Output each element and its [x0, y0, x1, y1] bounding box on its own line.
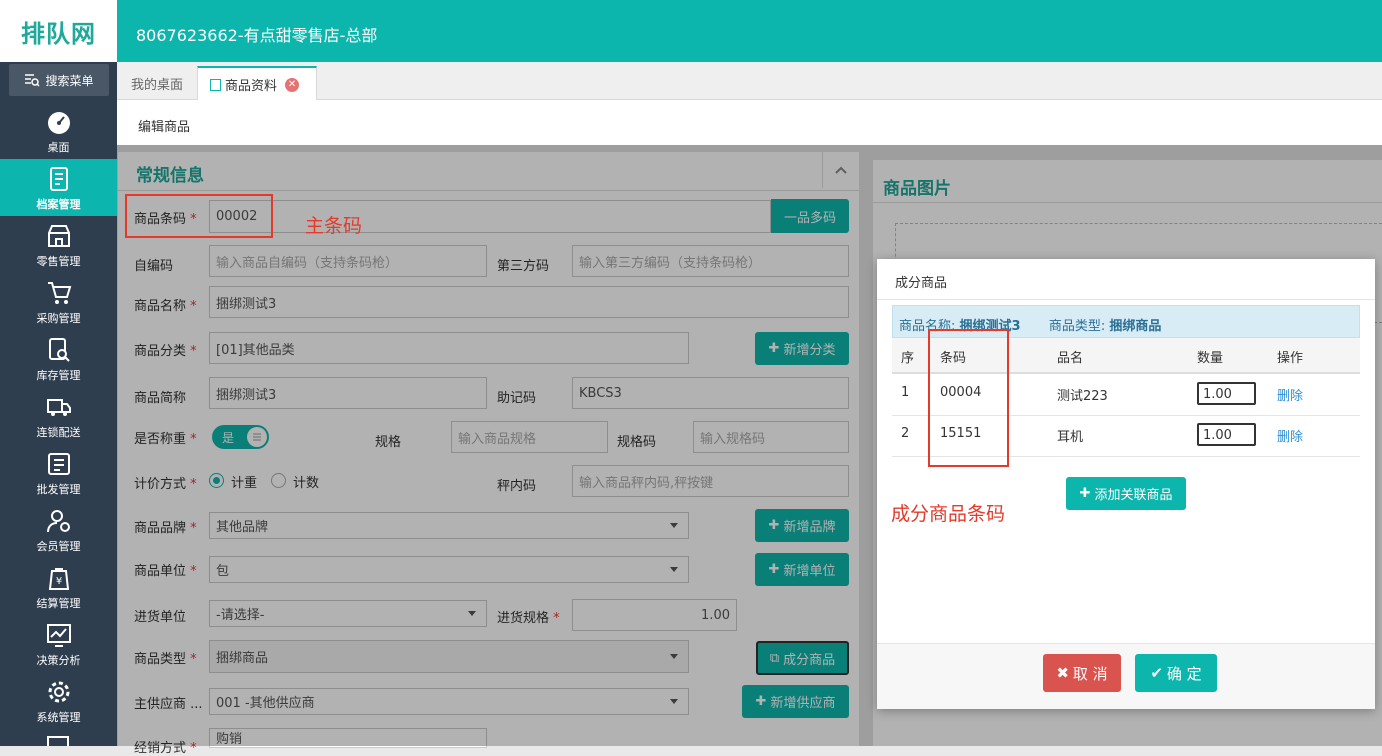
member-icon — [46, 510, 70, 533]
component-barcode-annotation: 成分商品条码 — [891, 503, 1006, 525]
tab-my-desktop[interactable]: 我的桌面 — [119, 66, 195, 101]
col-name: 品名 — [1057, 351, 1084, 366]
nav-item-purchase[interactable]: 采购管理 — [0, 273, 117, 330]
divider — [877, 299, 1375, 300]
chart-icon — [46, 624, 71, 647]
col-action: 操作 — [1277, 351, 1304, 366]
row-2-qty-input[interactable]: 1.00 — [1197, 423, 1256, 446]
tab-bar: 我的桌面 商品资料 ✕ — [117, 62, 1382, 101]
store-title: 8067623662-有点甜零售店-总部 — [136, 26, 378, 45]
col-seq: 序 — [901, 351, 915, 366]
main-barcode-highlight — [125, 194, 273, 238]
tab-label: 商品资料 — [225, 79, 278, 94]
add-related-product-button[interactable]: ✚ 添加关联商品 — [1066, 477, 1186, 510]
nav-label: 系统管理 — [36, 711, 81, 724]
nav-item-wholesale[interactable]: 批发管理 — [0, 444, 117, 501]
nav-label: 采购管理 — [36, 312, 81, 325]
nav-label: 结算管理 — [36, 597, 81, 610]
plus-icon: ✚ — [1079, 486, 1091, 501]
row-2-seq: 2 — [901, 426, 910, 441]
row-2-delete-link[interactable]: 删除 — [1277, 426, 1303, 445]
info-type-value: 捆绑商品 — [1109, 319, 1162, 334]
more-nav-icon — [45, 734, 71, 746]
tab-label: 我的桌面 — [131, 78, 184, 93]
file-icon — [49, 167, 68, 191]
col-qty: 数量 — [1197, 351, 1224, 366]
nav-item-archive[interactable]: 档案管理 — [0, 159, 117, 216]
nav-label: 连锁配送 — [36, 426, 81, 439]
document-icon — [210, 78, 221, 91]
row-1-qty-input[interactable]: 1.00 — [1197, 382, 1256, 405]
row-1-name: 测试223 — [1057, 389, 1108, 404]
nav-label: 决策分析 — [36, 654, 81, 667]
top-bar: 8067623662-有点甜零售店-总部 — [117, 0, 1382, 62]
nav-item-retail[interactable]: 零售管理 — [0, 216, 117, 273]
confirm-button[interactable]: ✔ 确 定 — [1135, 654, 1217, 692]
dashboard-icon — [47, 112, 70, 134]
component-product-dialog: 成分商品 商品名称: 捆绑测试3 商品类型: 捆绑商品 序 条码 品名 数量 操… — [877, 259, 1375, 709]
nav-label: 库存管理 — [36, 369, 81, 382]
sidebar: 排队网 搜索菜单 桌面 档案管理 零售管理 采购管理 库存管理 连锁配送 批发管… — [0, 0, 117, 746]
dialog-title: 成分商品 — [895, 276, 948, 291]
nav-item-member[interactable]: 会员管理 — [0, 501, 117, 558]
nav-label: 档案管理 — [36, 198, 81, 211]
logo: 排队网 — [0, 0, 117, 62]
nav-label: 零售管理 — [36, 255, 81, 268]
truck-icon — [46, 399, 71, 416]
nav-item-system[interactable]: 系统管理 — [0, 672, 117, 729]
cart-icon — [47, 282, 71, 304]
nav-label: 批发管理 — [36, 483, 81, 496]
search-menu-button[interactable]: 搜索菜单 — [9, 64, 109, 96]
nav-item-desktop[interactable]: 桌面 — [0, 102, 117, 159]
dialog-footer — [877, 643, 1375, 709]
component-barcode-highlight — [928, 329, 1009, 467]
nav-item-analysis[interactable]: 决策分析 — [0, 615, 117, 672]
wholesale-icon — [47, 453, 70, 475]
tab-product-info[interactable]: 商品资料 ✕ — [197, 66, 317, 101]
svg-text:¥: ¥ — [55, 576, 61, 587]
check-icon: ✔ — [1150, 664, 1163, 682]
search-menu-label: 搜索菜单 — [45, 73, 94, 88]
close-icon: ✖ — [1056, 664, 1069, 682]
settlement-icon: ¥ — [48, 568, 69, 590]
row-2-name: 耳机 — [1057, 430, 1084, 445]
main-barcode-annotation: 主条码 — [305, 215, 363, 237]
info-type-label: 商品类型: — [1048, 319, 1106, 334]
search-menu-icon — [25, 74, 41, 87]
inventory-icon — [48, 338, 70, 362]
nav-label: 会员管理 — [36, 540, 81, 553]
sub-header: 编辑商品 — [117, 100, 1382, 145]
nav-item-chain-delivery[interactable]: 连锁配送 — [0, 387, 117, 444]
nav-item-inventory[interactable]: 库存管理 — [0, 330, 117, 387]
store-icon — [47, 225, 70, 247]
page-title: 编辑商品 — [138, 120, 191, 135]
gear-icon — [48, 681, 69, 703]
nav-label: 桌面 — [47, 141, 70, 154]
row-1-delete-link[interactable]: 删除 — [1277, 385, 1303, 404]
nav-item-settlement[interactable]: ¥ 结算管理 — [0, 558, 117, 615]
cancel-button[interactable]: ✖ 取 消 — [1043, 654, 1121, 692]
row-1-seq: 1 — [901, 385, 910, 400]
close-tab-icon[interactable]: ✕ — [285, 77, 300, 92]
